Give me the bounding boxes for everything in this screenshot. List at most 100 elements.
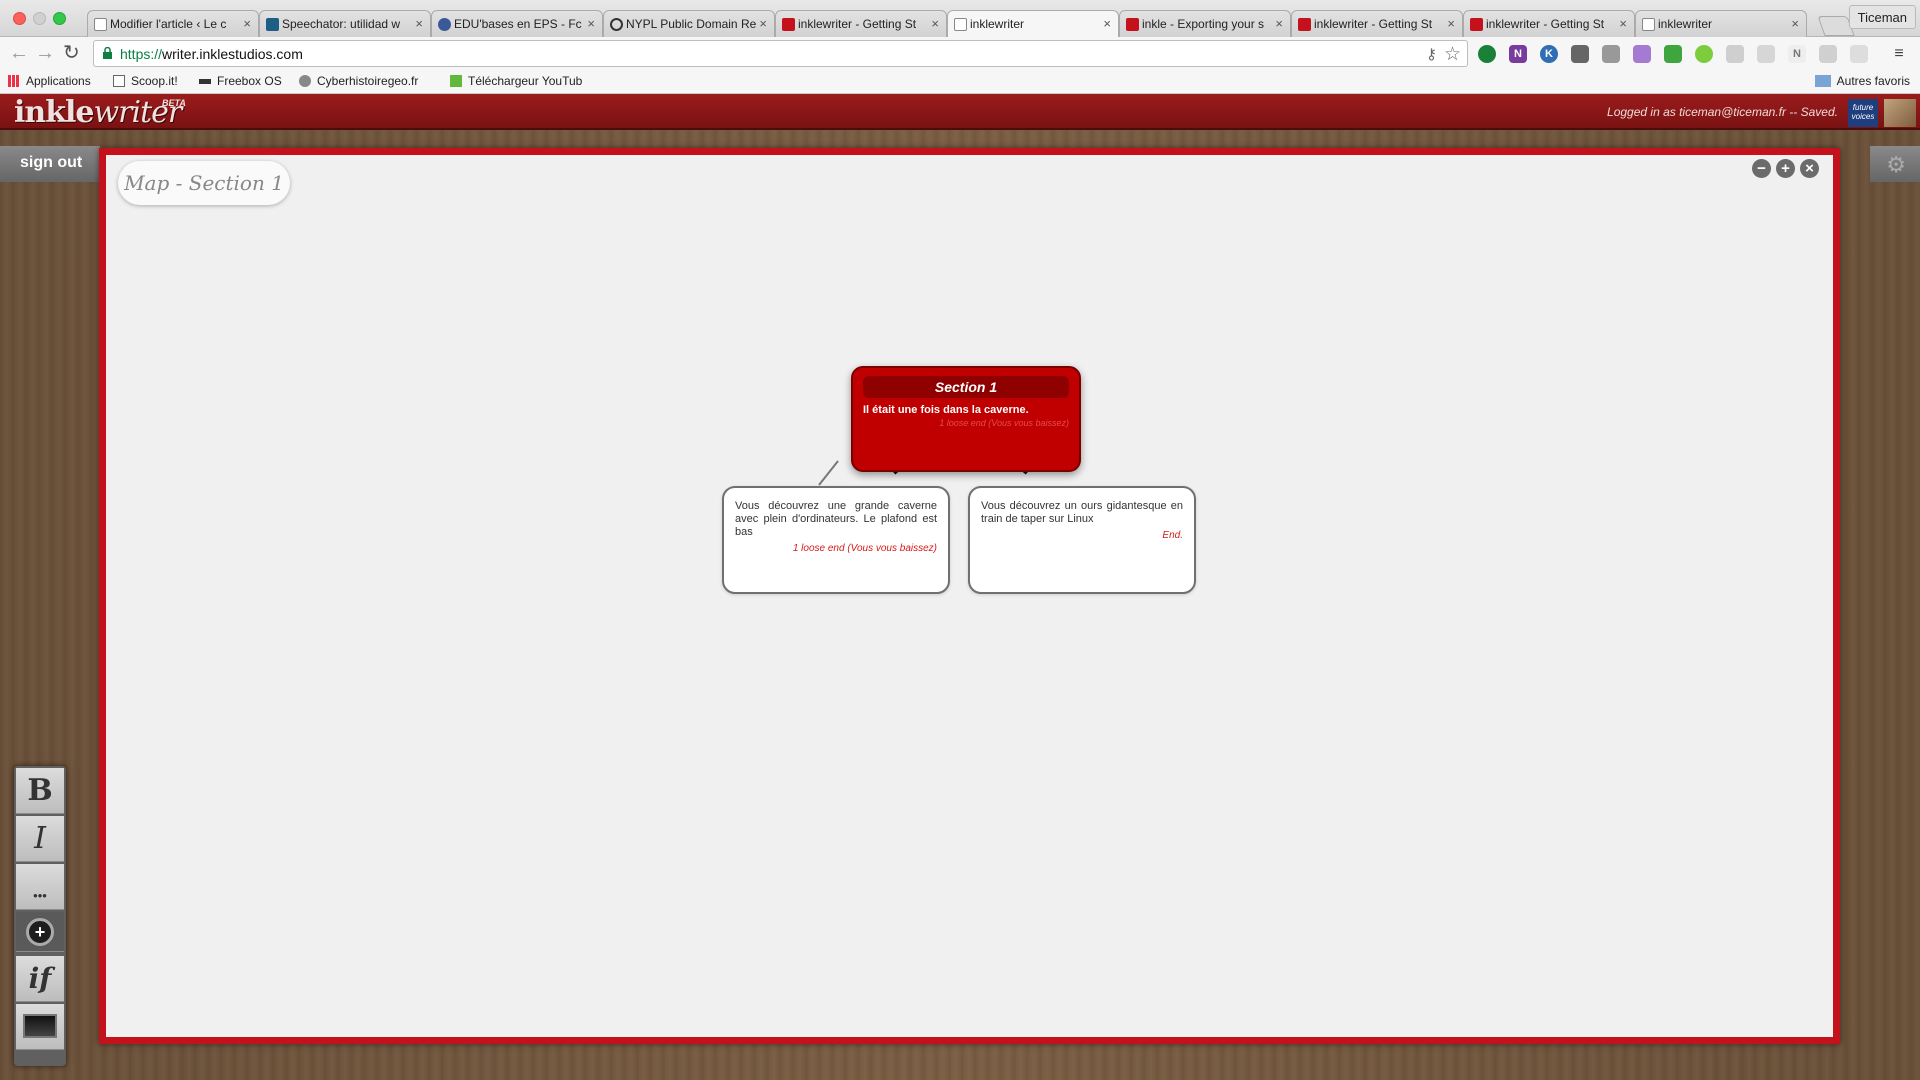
- browser-tab[interactable]: EDU'bases en EPS - Fc ×: [431, 10, 603, 37]
- bookmark-star-icon[interactable]: ☆: [1444, 43, 1461, 66]
- other-bookmarks-folder[interactable]: Autres favoris: [1814, 74, 1910, 88]
- tab-close-icon[interactable]: ×: [1619, 16, 1627, 31]
- profile-button[interactable]: Ticeman: [1848, 5, 1916, 29]
- bookmark-item[interactable]: Cyberhistoiregeo.fr: [299, 74, 418, 88]
- section-node-title: Section 1: [863, 376, 1069, 398]
- add-circle-icon: +: [26, 918, 54, 946]
- rss-extension-icon[interactable]: [1850, 45, 1868, 63]
- folder-icon: [1814, 75, 1831, 87]
- tab-title: inkle - Exporting your s: [1142, 17, 1265, 31]
- inkle-icon: [1470, 18, 1483, 31]
- n-extension-icon[interactable]: N: [1788, 45, 1806, 63]
- section-node[interactable]: Section 1 Il était une fois dans la cave…: [851, 366, 1081, 472]
- sign-out-button[interactable]: sign out: [20, 154, 82, 172]
- story-node-right[interactable]: Vous découvrez un ours gidantesque en tr…: [968, 486, 1196, 594]
- reload-icon[interactable]: ↻: [63, 43, 80, 63]
- map-panel: Map - Section 1 − + × Section 1 Il était…: [99, 148, 1840, 1044]
- italic-button[interactable]: I: [16, 816, 64, 862]
- browser-tab[interactable]: inklewriter ×: [1635, 10, 1807, 37]
- bookmark-item[interactable]: Scoop.it!: [113, 74, 178, 88]
- browser-tab[interactable]: NYPL Public Domain Re ×: [603, 10, 775, 37]
- tab-close-icon[interactable]: ×: [1791, 16, 1799, 31]
- tab-title: inklewriter: [1658, 17, 1713, 31]
- wordpress-icon: [610, 18, 623, 31]
- browser-tab-strip: Modifier l'article ‹ Le c × Speechator: …: [0, 0, 1920, 38]
- tab-title: NYPL Public Domain Re: [626, 17, 757, 31]
- avatar[interactable]: [1884, 99, 1916, 127]
- bookmark-label: Freebox OS: [217, 74, 282, 88]
- gear-icon[interactable]: ⚙: [1886, 152, 1906, 178]
- speechator-icon: [266, 18, 279, 31]
- misc-extension-icon[interactable]: [1726, 45, 1744, 63]
- settings-bar: ⚙: [1870, 146, 1920, 182]
- evernote-extension-icon[interactable]: [1478, 45, 1496, 63]
- connector-lines: [818, 459, 1029, 486]
- browser-tab-active[interactable]: inklewriter ×: [947, 10, 1119, 38]
- inkle-icon: [1126, 18, 1139, 31]
- browser-tab[interactable]: inkle - Exporting your s ×: [1119, 10, 1291, 37]
- print-extension-icon[interactable]: [1664, 45, 1682, 63]
- beta-badge: BETA: [162, 98, 186, 108]
- onenote-extension-icon[interactable]: N: [1509, 45, 1527, 63]
- tab-close-icon[interactable]: ×: [243, 16, 251, 31]
- window-minimize-button[interactable]: [33, 12, 46, 25]
- more-button[interactable]: •••: [16, 864, 64, 910]
- pen-extension-icon[interactable]: [1633, 45, 1651, 63]
- bookmark-item[interactable]: Freebox OS: [199, 74, 282, 88]
- node-text: Vous découvrez une grande caverne avec p…: [735, 500, 937, 538]
- inkle-icon: [782, 18, 795, 31]
- dropbox-extension-icon[interactable]: [1757, 45, 1775, 63]
- format-palette: B I ••• + if: [14, 766, 66, 1066]
- future-voices-logo[interactable]: future voices: [1848, 99, 1878, 127]
- tab-close-icon[interactable]: ×: [759, 16, 767, 31]
- other-bookmarks-label: Autres favoris: [1836, 74, 1910, 88]
- bookmark-label: Applications: [26, 74, 91, 88]
- end-label: End.: [1162, 530, 1183, 541]
- tab-title: inklewriter - Getting St: [1314, 17, 1433, 31]
- window-zoom-button[interactable]: [53, 12, 66, 25]
- browser-tab[interactable]: inklewriter - Getting St ×: [775, 10, 947, 37]
- download-arrow-icon: [450, 75, 462, 87]
- browser-tab[interactable]: Modifier l'article ‹ Le c ×: [87, 10, 259, 37]
- section-node-status: 1 loose end (Vous vous baissez): [939, 418, 1069, 428]
- back-arrow-icon[interactable]: ←: [9, 43, 29, 63]
- browser-tab[interactable]: inklewriter - Getting St ×: [1463, 10, 1635, 37]
- bookmark-item[interactable]: Téléchargeur YouTub: [450, 74, 582, 88]
- status-dot-extension-icon[interactable]: [1695, 45, 1713, 63]
- browser-tab[interactable]: inklewriter - Getting St ×: [1291, 10, 1463, 37]
- if-button[interactable]: if: [16, 956, 64, 1002]
- edubases-icon: [438, 18, 451, 31]
- k-extension-icon[interactable]: K: [1540, 45, 1558, 63]
- inklewriter-logo[interactable]: inklewriter: [14, 95, 182, 130]
- window-close-button[interactable]: [13, 12, 26, 25]
- bookmarks-bar: Applications Scoop.it! Freebox OS Cyberh…: [0, 70, 1920, 94]
- tab-close-icon[interactable]: ×: [1275, 16, 1283, 31]
- tab-close-icon[interactable]: ×: [1103, 16, 1111, 31]
- lock-icon: [103, 47, 112, 59]
- forward-arrow-icon[interactable]: →: [35, 43, 55, 63]
- key-icon[interactable]: ⚷: [1426, 45, 1437, 63]
- camera-extension-icon[interactable]: [1602, 45, 1620, 63]
- image-button[interactable]: [16, 1004, 64, 1050]
- inklewriter-app: inklewriter BETA Logged in as ticeman@ti…: [0, 94, 1920, 1080]
- tab-close-icon[interactable]: ×: [415, 16, 423, 31]
- tab-close-icon[interactable]: ×: [1447, 16, 1455, 31]
- menu-icon[interactable]: ≡: [1890, 45, 1908, 63]
- tab-title: EDU'bases en EPS - Fc: [454, 17, 582, 31]
- page-icon: [1642, 18, 1655, 31]
- story-node-left[interactable]: Vous découvrez une grande caverne avec p…: [722, 486, 950, 594]
- apps-grid-icon: [8, 75, 20, 87]
- readability-extension-icon[interactable]: [1571, 45, 1589, 63]
- inkle-icon: [1298, 18, 1311, 31]
- address-bar[interactable]: https://writer.inklestudios.com ⚷ ☆: [93, 40, 1468, 67]
- bold-button[interactable]: B: [16, 768, 64, 814]
- tab-close-icon[interactable]: ×: [931, 16, 939, 31]
- tab-close-icon[interactable]: ×: [587, 16, 595, 31]
- browser-tab[interactable]: Speechator: utilidad w ×: [259, 10, 431, 37]
- add-button[interactable]: +: [16, 912, 64, 952]
- image-icon: [23, 1014, 57, 1038]
- bookmark-item[interactable]: Applications: [8, 74, 91, 88]
- reader-extension-icon[interactable]: [1819, 45, 1837, 63]
- tab-title: inklewriter: [970, 17, 1025, 31]
- logo-text-inkle: inkle: [14, 95, 94, 130]
